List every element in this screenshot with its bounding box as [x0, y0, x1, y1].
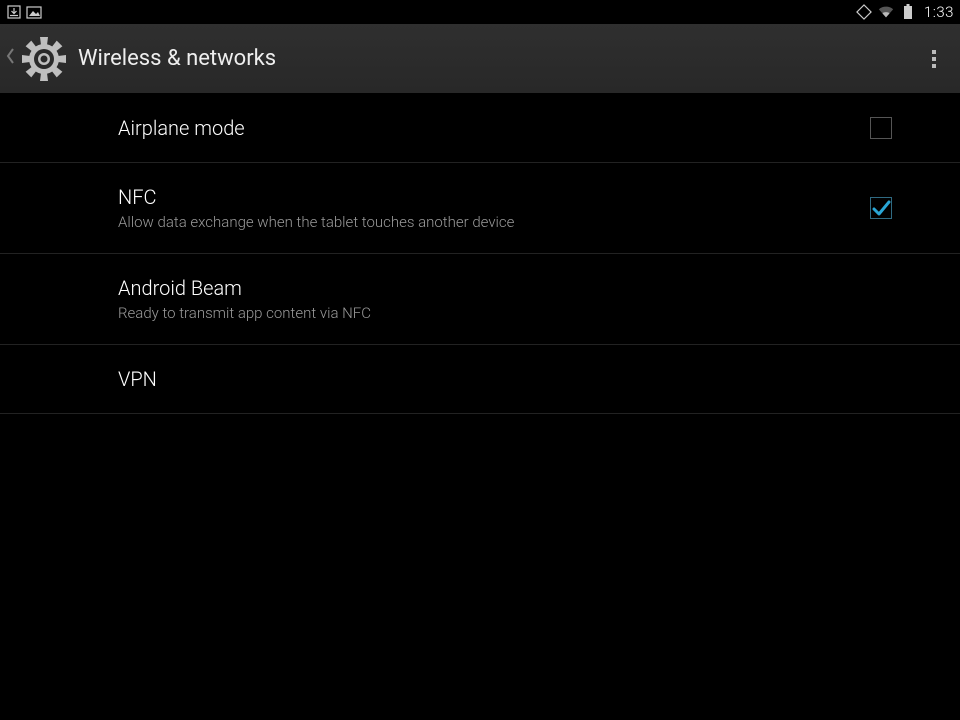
row-subtitle: Ready to transmit app content via NFC	[118, 304, 920, 322]
row-title: Android Beam	[118, 276, 920, 300]
settings-gear-icon[interactable]	[16, 31, 72, 87]
page-title: Wireless & networks	[78, 46, 924, 71]
nfc-status-icon	[856, 4, 872, 20]
row-title: NFC	[118, 185, 870, 209]
overflow-menu-icon[interactable]	[924, 40, 944, 78]
clock: 1:33	[924, 3, 954, 21]
row-nfc[interactable]: NFC Allow data exchange when the tablet …	[0, 163, 960, 254]
row-airplane-mode[interactable]: Airplane mode	[0, 94, 960, 163]
picture-icon	[26, 4, 42, 20]
row-vpn[interactable]: VPN	[0, 345, 960, 414]
checkbox-nfc[interactable]	[870, 197, 892, 219]
battery-icon	[900, 4, 916, 20]
settings-list: Airplane mode NFC Allow data exchange wh…	[0, 94, 960, 414]
download-icon	[6, 4, 22, 20]
wifi-icon	[878, 4, 894, 20]
row-title: VPN	[118, 367, 920, 391]
row-subtitle: Allow data exchange when the tablet touc…	[118, 213, 870, 231]
back-caret-icon[interactable]	[4, 46, 16, 71]
row-title: Airplane mode	[118, 116, 870, 140]
action-bar: Wireless & networks	[0, 24, 960, 94]
row-android-beam[interactable]: Android Beam Ready to transmit app conte…	[0, 254, 960, 345]
checkbox-airplane[interactable]	[870, 117, 892, 139]
status-bar: 1:33	[0, 0, 960, 24]
